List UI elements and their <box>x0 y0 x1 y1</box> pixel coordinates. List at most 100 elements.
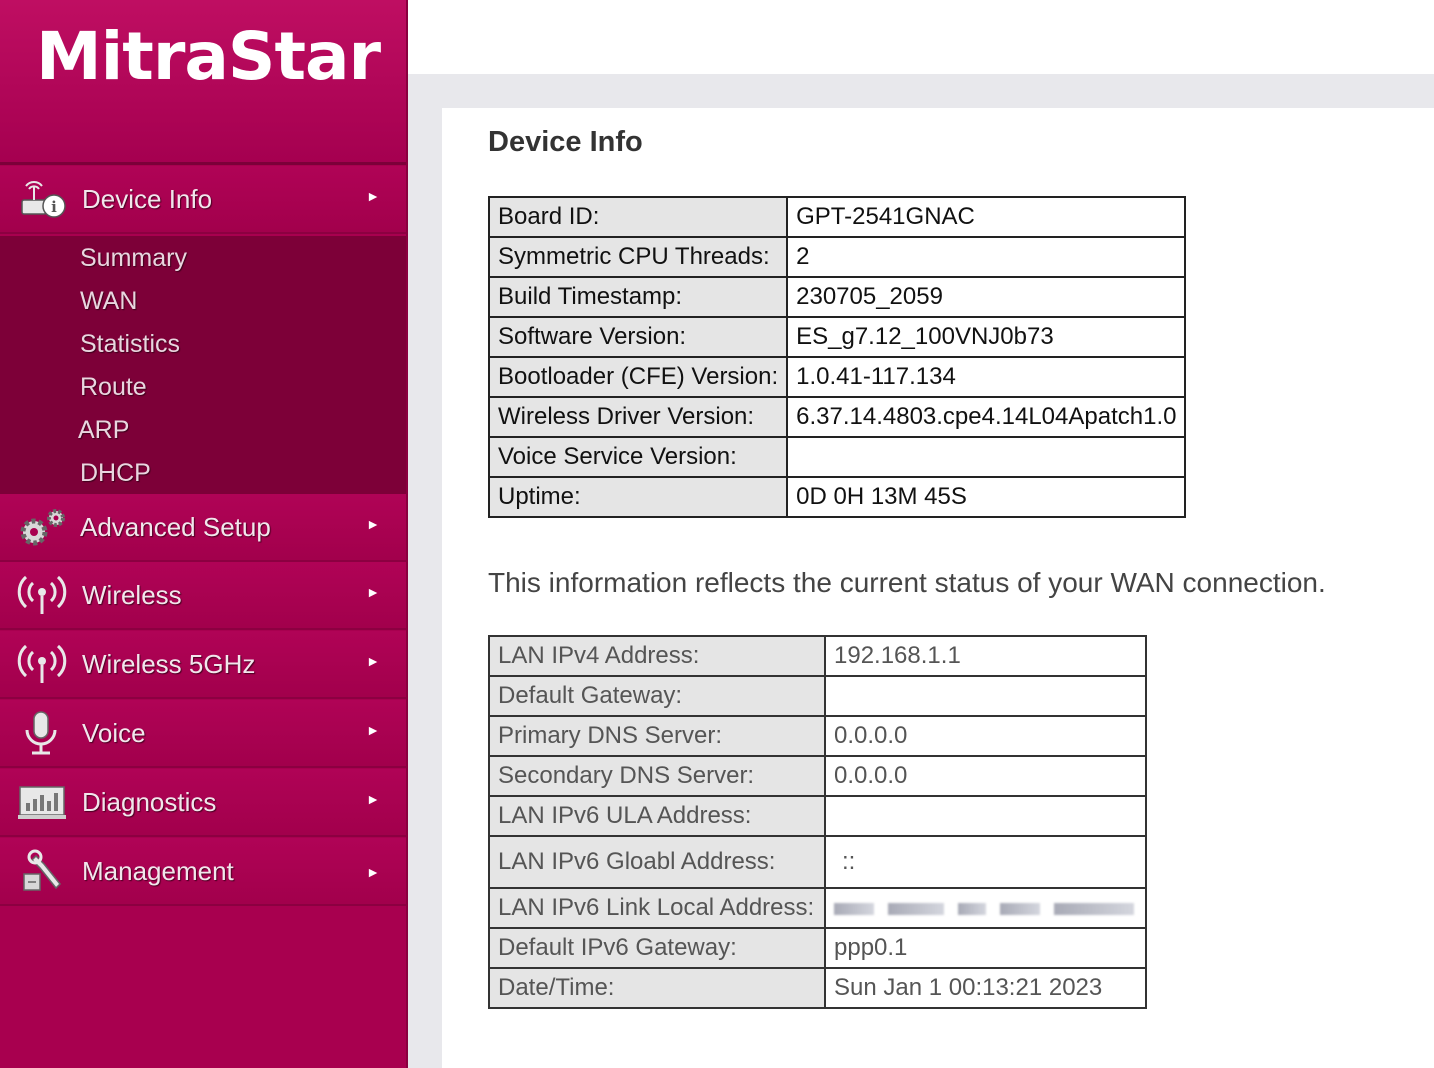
redacted-segment <box>1054 902 1134 915</box>
default-gateway-value <box>824 675 1147 717</box>
sidebar-item-label: Advanced Setup <box>80 512 271 542</box>
lan-ipv6-ula-label: LAN IPv6 ULA Address: <box>488 795 826 837</box>
sidebar-item-management[interactable]: Management ► <box>0 838 406 906</box>
table-row: Symmetric CPU Threads: 2 <box>487 236 1187 278</box>
svg-text:i: i <box>51 198 57 216</box>
wan-status-note: This information reflects the current st… <box>488 567 1326 598</box>
sidebar: MitraStar i Device Info ► Summary WAN St… <box>0 0 408 1068</box>
table-row: Primary DNS Server: 0.0.0.0 <box>488 715 1147 757</box>
redacted-segment <box>1000 902 1040 915</box>
table-row: Default Gateway: <box>488 675 1147 717</box>
diagnostics-chart-icon <box>18 786 66 819</box>
cpu-threads-label: Symmetric CPU Threads: <box>487 236 789 278</box>
lan-ipv6-link-local-label: LAN IPv6 Link Local Address: <box>488 887 826 929</box>
build-timestamp-label: Build Timestamp: <box>487 276 789 318</box>
page-title: Device Info <box>488 126 643 158</box>
submenu-item-dhcp[interactable]: DHCP <box>80 459 151 488</box>
default-ipv6-gateway-label: Default IPv6 Gateway: <box>488 927 826 969</box>
chevron-right-icon: ► <box>366 653 380 669</box>
table-row: Bootloader (CFE) Version: 1.0.41-117.134 <box>487 356 1187 398</box>
lan-ipv6-ula-value <box>824 795 1147 837</box>
software-version-label: Software Version: <box>487 316 789 358</box>
submenu-item-arp[interactable]: ARP <box>78 416 129 445</box>
board-id-value: GPT-2541GNAC <box>786 196 1187 238</box>
table-row: Uptime: 0D 0H 13M 45S <box>487 476 1187 518</box>
chevron-right-icon: ► <box>366 791 380 807</box>
table-row: LAN IPv4 Address: 192.168.1.1 <box>488 635 1147 677</box>
secondary-dns-label: Secondary DNS Server: <box>488 755 826 797</box>
primary-dns-value: 0.0.0.0 <box>824 715 1147 757</box>
lan-ipv6-global-label: LAN IPv6 Gloabl Address: <box>488 835 826 889</box>
software-version-value: ES_g7.12_100VNJ0b73 <box>786 316 1187 358</box>
wireless-driver-version-label: Wireless Driver Version: <box>487 396 789 438</box>
cpu-threads-value: 2 <box>786 236 1187 278</box>
wireless-driver-version-value: 6.37.14.4803.cpe4.14L04Apatch1.0 <box>786 396 1187 438</box>
board-id-label: Board ID: <box>487 196 789 238</box>
sidebar-item-wireless-5ghz[interactable]: Wireless 5GHz ► <box>0 631 406 699</box>
default-ipv6-gateway-value: ppp0.1 <box>824 927 1147 969</box>
date-time-value: Sun Jan 1 00:13:21 2023 <box>824 967 1147 1009</box>
table-row: Build Timestamp: 230705_2059 <box>487 276 1187 318</box>
lan-ipv4-label: LAN IPv4 Address: <box>488 635 826 677</box>
voice-service-version-label: Voice Service Version: <box>487 436 789 478</box>
table-row: LAN IPv6 Link Local Address: <box>488 887 1147 929</box>
logo-area: MitraStar <box>0 0 406 165</box>
redacted-segment <box>958 902 986 915</box>
bootloader-version-label: Bootloader (CFE) Version: <box>487 356 789 398</box>
submenu-item-statistics[interactable]: Statistics <box>80 330 180 359</box>
submenu-item-route[interactable]: Route <box>80 373 147 402</box>
redacted-segment <box>834 902 874 915</box>
table-row: Voice Service Version: <box>487 436 1187 478</box>
table-row: LAN IPv6 Gloabl Address: :: <box>488 835 1147 889</box>
table-row: Wireless Driver Version: 6.37.14.4803.cp… <box>487 396 1187 438</box>
chevron-right-icon: ► <box>366 584 380 600</box>
sidebar-item-label: Voice <box>82 718 146 748</box>
wireless-icon <box>17 575 67 614</box>
device-info-table: Board ID: GPT-2541GNAC Symmetric CPU Thr… <box>487 196 1187 518</box>
submenu-item-wan[interactable]: WAN <box>80 287 137 316</box>
chevron-right-icon: ► <box>366 516 380 532</box>
wan-info-table: LAN IPv4 Address: 192.168.1.1 Default Ga… <box>488 635 1147 1009</box>
content-gutter <box>408 108 442 1068</box>
sidebar-item-voice[interactable]: Voice ► <box>0 700 406 768</box>
chevron-right-icon: ► <box>366 722 380 738</box>
header-strip <box>408 74 1434 108</box>
sidebar-item-device-info[interactable]: i Device Info ► <box>0 166 406 234</box>
table-row: Board ID: GPT-2541GNAC <box>487 196 1187 238</box>
uptime-label: Uptime: <box>487 476 789 518</box>
chevron-right-icon: ► <box>366 864 380 880</box>
wireless-5ghz-icon <box>17 644 67 683</box>
default-gateway-label: Default Gateway: <box>488 675 826 717</box>
table-row: Date/Time: Sun Jan 1 00:13:21 2023 <box>488 967 1147 1009</box>
table-row: Secondary DNS Server: 0.0.0.0 <box>488 755 1147 797</box>
lan-ipv6-global-value: :: <box>824 835 1147 889</box>
sidebar-item-advanced-setup[interactable]: Advanced Setup ► <box>0 494 406 562</box>
submenu-item-summary[interactable]: Summary <box>80 244 187 273</box>
lan-ipv6-link-local-value <box>824 887 1147 929</box>
sidebar-item-wireless[interactable]: Wireless ► <box>0 562 406 630</box>
uptime-value: 0D 0H 13M 45S <box>786 476 1187 518</box>
table-row: LAN IPv6 ULA Address: <box>488 795 1147 837</box>
device-info-submenu: Summary WAN Statistics Route ARP DHCP <box>0 236 406 494</box>
sidebar-item-label: Diagnostics <box>82 787 217 817</box>
mitrastar-logo: MitraStar <box>36 18 381 95</box>
sidebar-item-label: Wireless 5GHz <box>82 649 256 679</box>
secondary-dns-value: 0.0.0.0 <box>824 755 1147 797</box>
sidebar-item-label: Management <box>82 856 234 886</box>
bootloader-version-value: 1.0.41-117.134 <box>786 356 1187 398</box>
wrench-icon <box>23 849 62 891</box>
date-time-label: Date/Time: <box>488 967 826 1009</box>
primary-dns-label: Primary DNS Server: <box>488 715 826 757</box>
table-row: Software Version: ES_g7.12_100VNJ0b73 <box>487 316 1187 358</box>
table-row: Default IPv6 Gateway: ppp0.1 <box>488 927 1147 969</box>
sidebar-item-diagnostics[interactable]: Diagnostics ► <box>0 769 406 837</box>
redacted-segment <box>888 902 944 915</box>
sidebar-item-label: Device Info <box>82 184 213 214</box>
chevron-right-icon: ► <box>366 188 380 204</box>
sidebar-item-label: Wireless <box>82 580 182 610</box>
microphone-icon <box>25 711 57 755</box>
lan-ipv4-value: 192.168.1.1 <box>824 635 1147 677</box>
device-info-icon: i <box>21 181 66 218</box>
gears-icon <box>20 509 65 546</box>
voice-service-version-value <box>786 436 1187 478</box>
